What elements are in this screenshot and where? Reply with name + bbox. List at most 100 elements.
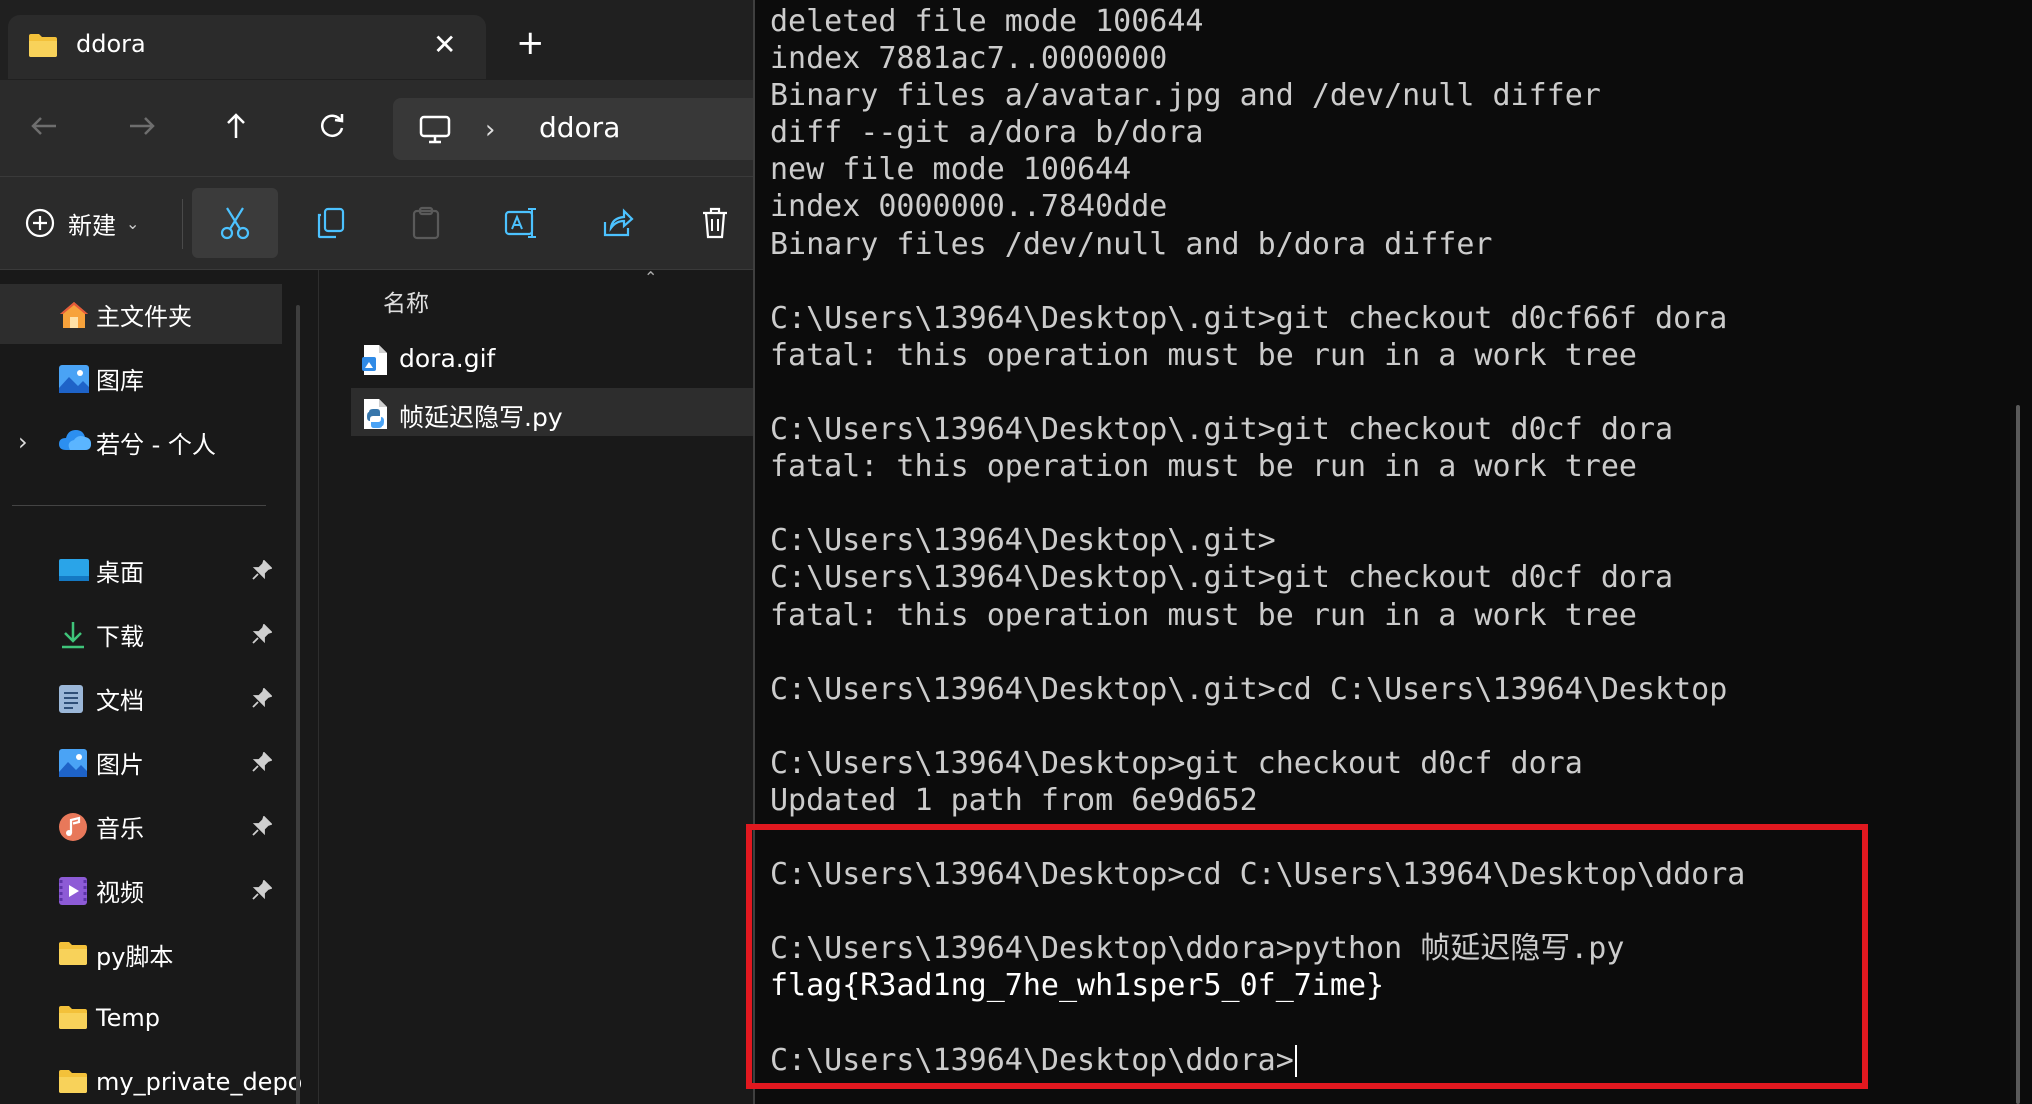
new-button[interactable]: 新建 ⌄ [24,203,139,243]
terminal-line: fatal: this operation must be run in a w… [770,449,1637,485]
nav-item-py-scripts[interactable]: py脚本 [0,924,282,984]
terminal-line: C:\Users\13964\Desktop>cd C:\Users\13964… [770,857,1746,893]
terminal-line: Updated 1 path from 6e9d652 [770,782,1258,818]
terminal-line: C:\Users\13964\Desktop\.git>git checkout… [770,560,1674,596]
address-bar[interactable]: › ddora [393,98,753,160]
up-button[interactable] [216,106,256,146]
nav-item-label: py脚本 [96,942,174,971]
cut-button[interactable] [192,188,278,258]
nav-item-music[interactable]: 音乐 [0,796,282,856]
terminal-output: deleted file mode 100644 index 7881ac7..… [770,3,1745,1079]
nav-item-downloads[interactable]: 下载 [0,604,282,664]
tab-title: ddora [76,30,146,58]
chevron-down-icon: ⌄ [126,213,140,233]
terminal-line: Binary files a/avatar.jpg and /dev/null … [770,78,1601,114]
pin-icon[interactable] [252,623,273,648]
pin-icon[interactable] [252,687,273,712]
terminal-line: index 0000000..7840dde [770,189,1168,225]
chevron-right-icon[interactable]: › [485,115,495,145]
tab-ddora[interactable]: ddora ✕ [8,15,486,79]
command-bar: 新建 ⌄ [0,177,753,269]
nav-item-temp[interactable]: Temp [0,988,282,1048]
home-icon [58,300,88,330]
nav-item-label: my_private_depo [96,1068,303,1096]
file-list: ⌃ 名称 dora.gif 帧延迟隐写.py [319,268,753,1104]
new-tab-button[interactable]: + [516,26,545,60]
nav-scrollbar[interactable] [296,305,300,1104]
text-cursor [1294,1045,1297,1078]
terminal-line: deleted file mode 100644 [770,4,1204,39]
terminal-line: C:\Users\13964\Desktop\.git>git checkout… [770,412,1674,448]
nav-item-videos[interactable]: 视频 [0,860,282,920]
arrow-right-icon [130,117,155,135]
terminal-prompt-line[interactable]: C:\Users\13964\Desktop\ddora> [770,1042,1745,1079]
folder-icon [58,940,88,970]
terminal-line: fatal: this operation must be run in a w… [770,597,1637,633]
nav-item-my-private-depo[interactable]: my_private_depo [0,1052,302,1104]
flag-output-line: flag{R3ad1ng_7he_wh1sper5_0f_7ime} [770,968,1385,1004]
nav-item-onedrive[interactable]: › 若兮 - 个人 [0,412,282,472]
nav-item-gallery[interactable]: 图库 [0,348,282,408]
nav-item-label: 图片 [96,750,144,779]
paste-button[interactable] [383,188,469,258]
download-icon [58,620,88,650]
column-header-name[interactable]: 名称 [383,284,429,318]
terminal-prompt: C:\Users\13964\Desktop\ddora> [770,1042,1294,1078]
terminal-line: C:\Users\13964\Desktop\ddora>python 帧延迟隐… [770,931,1625,967]
sort-caret-icon: ⌃ [644,268,658,287]
file-explorer-window: ddora ✕ + › ddora 新建 ⌄ 主文件夹 图库 › 若兮 - 个人… [0,0,753,1104]
rename-button[interactable] [479,188,565,258]
share-button[interactable] [575,188,661,258]
terminal-line: C:\Users\13964\Desktop>git checkout d0cf… [770,745,1583,781]
chevron-right-icon[interactable]: › [18,428,28,456]
address-segment[interactable]: ddora [539,111,620,144]
refresh-button[interactable] [312,106,352,146]
terminal-window[interactable]: deleted file mode 100644 index 7881ac7..… [755,0,2032,1104]
terminal-scrollbar[interactable] [2016,405,2020,1104]
music-icon [58,812,88,842]
folder-icon [58,1004,88,1034]
file-row-selected[interactable]: 帧延迟隐写.py [351,388,753,436]
scissors-icon [220,207,250,240]
terminal-line: C:\Users\13964\Desktop\.git> [770,523,1276,559]
nav-item-desktop[interactable]: 桌面 [0,540,282,600]
terminal-line: fatal: this operation must be run in a w… [770,337,1637,373]
terminal-line: Binary files /dev/null and b/dora differ [770,226,1493,262]
tab-bar: ddora ✕ + [0,0,753,80]
file-row[interactable]: dora.gif [351,334,753,382]
terminal-line: diff --git a/dora b/dora [770,115,1204,151]
close-icon[interactable]: ✕ [433,29,456,61]
terminal-line: index 7881ac7..0000000 [770,41,1168,77]
delete-button[interactable] [672,188,753,258]
pin-icon[interactable] [252,559,273,584]
copy-button[interactable] [288,188,374,258]
nav-item-label: 图库 [96,366,144,395]
gallery-icon [58,364,89,394]
nav-item-documents[interactable]: 文档 [0,668,282,728]
paste-icon [412,206,440,240]
pictures-icon [58,748,88,778]
nav-item-home[interactable]: 主文件夹 [0,284,282,344]
terminal-line: C:\Users\13964\Desktop\.git>cd C:\Users\… [770,671,1728,707]
python-file-icon [361,398,389,434]
back-button[interactable] [24,106,64,146]
divider [182,199,183,249]
forward-button[interactable] [122,106,162,146]
nav-item-label: 下载 [96,622,144,651]
navigation-pane: 主文件夹 图库 › 若兮 - 个人 桌面 下载 文档 图片 音乐 视频 py脚本… [0,270,302,1104]
nav-item-label: 桌面 [96,558,144,587]
arrow-left-icon [31,117,56,135]
nav-item-label: 主文件夹 [96,302,192,331]
pin-icon[interactable] [252,815,273,840]
file-name: dora.gif [399,344,496,373]
pin-icon[interactable] [252,751,273,776]
nav-item-label: Temp [96,1004,160,1032]
pin-icon[interactable] [252,879,273,904]
navigation-bar: › ddora [0,80,753,176]
nav-item-label: 若兮 - 个人 [96,430,216,459]
nav-item-pictures[interactable]: 图片 [0,732,282,792]
